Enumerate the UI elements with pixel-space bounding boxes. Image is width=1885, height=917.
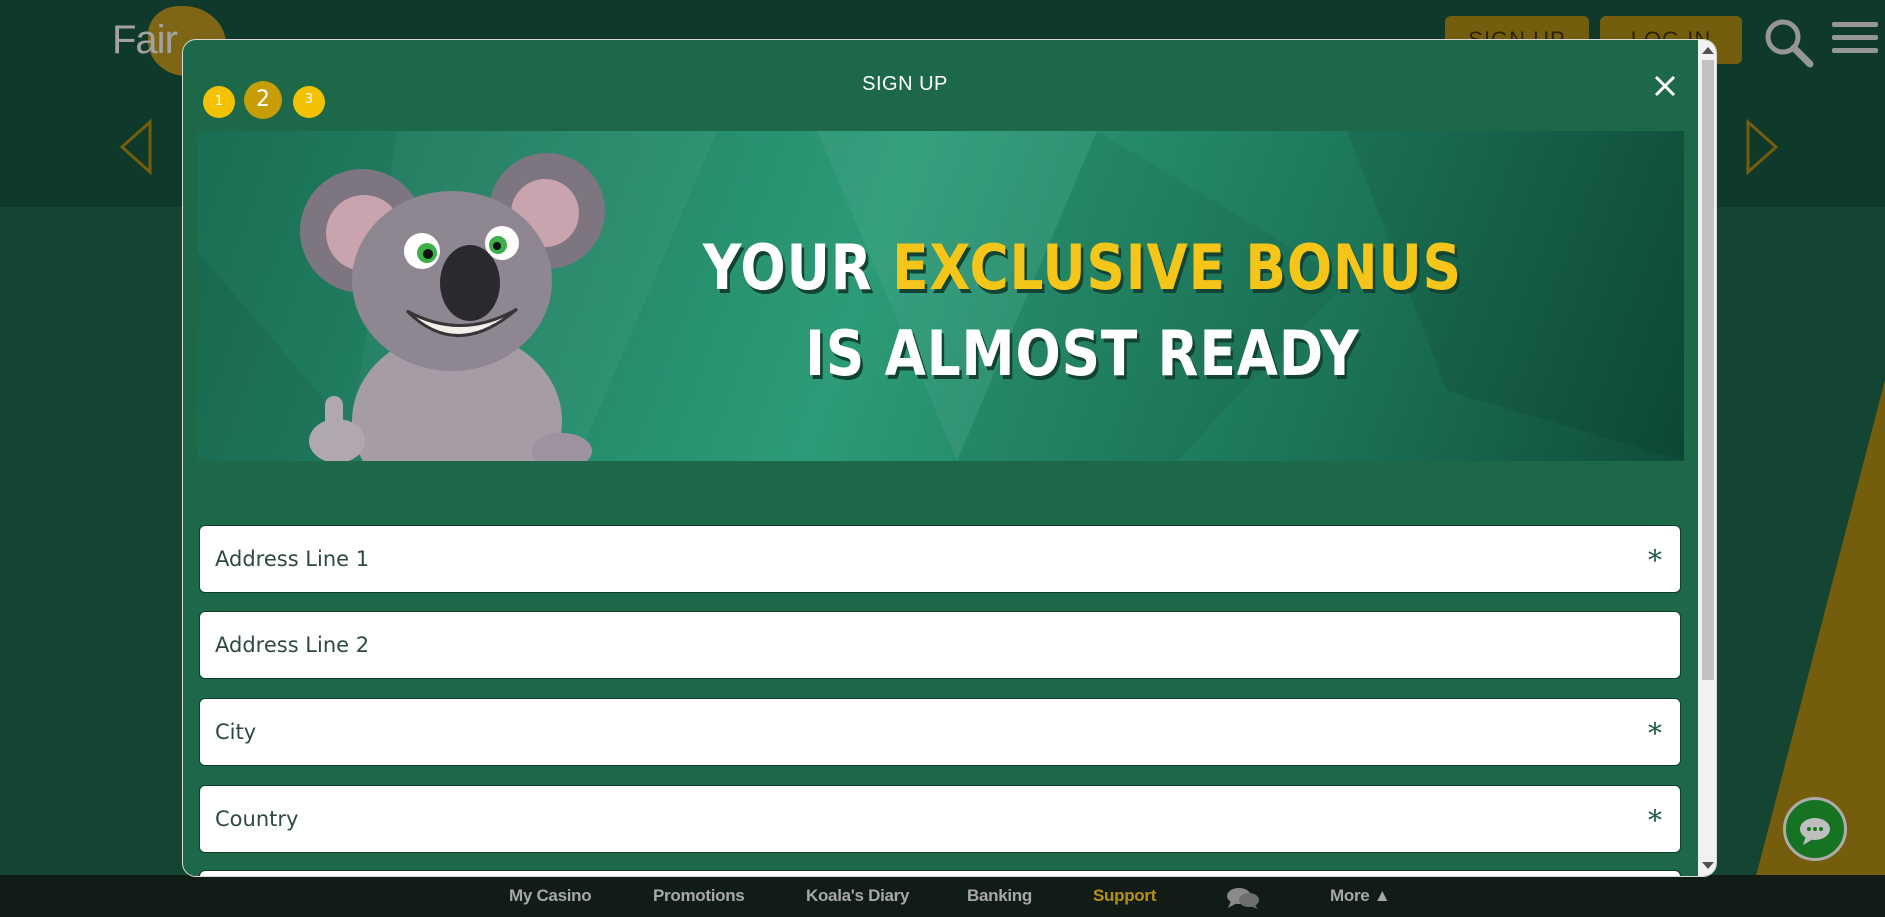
nav-promotions[interactable]: Promotions [653,875,745,917]
address-line-1-field[interactable]: Address Line 1 * [199,525,1681,593]
city-field[interactable]: City * [199,698,1681,766]
next-field-partial[interactable] [199,870,1681,876]
address-line-2-field[interactable]: Address Line 2 [199,611,1681,679]
nav-banking[interactable]: Banking [967,875,1032,917]
country-field[interactable]: Country * [199,785,1681,853]
signup-modal: 1 2 3 SIGN UP YOUR EXCLUSIVE BONUS IS AL… [182,39,1717,877]
country-placeholder: Country [215,807,299,831]
koala-mascot-icon [300,153,605,461]
address-line-1-placeholder: Address Line 1 [215,547,370,571]
bonus-banner: YOUR EXCLUSIVE BONUS IS ALMOST READY [197,131,1684,461]
required-asterisk: * [1648,717,1662,750]
required-asterisk: * [1648,804,1662,837]
city-placeholder: City [215,720,257,744]
modal-title: SIGN UP [862,73,948,95]
banner-headline-line1: YOUR EXCLUSIVE BONUS [301,231,1580,304]
banner-headline-line2: IS ALMOST READY [805,317,1360,390]
address-line-2-placeholder: Address Line 2 [215,633,370,657]
nav-koalas-diary[interactable]: Koala's Diary [806,875,909,917]
scroll-thumb[interactable] [1702,60,1714,680]
banner-headline-highlight: EXCLUSIVE BONUS [892,231,1462,304]
banner-headline-prefix: YOUR [702,231,893,304]
scroll-up-arrow-icon[interactable] [1702,47,1714,54]
close-icon[interactable] [1649,70,1681,102]
nav-my-casino[interactable]: My Casino [509,875,592,917]
chat-bubbles-icon[interactable] [1226,886,1260,910]
bottom-navigation: My Casino Promotions Koala's Diary Banki… [0,875,1885,917]
scroll-down-arrow-icon[interactable] [1702,862,1714,869]
required-asterisk: * [1648,544,1662,577]
nav-support[interactable]: Support [1093,875,1156,917]
nav-more[interactable]: More ▲ [1330,875,1391,917]
modal-scrollbar[interactable] [1698,40,1716,876]
